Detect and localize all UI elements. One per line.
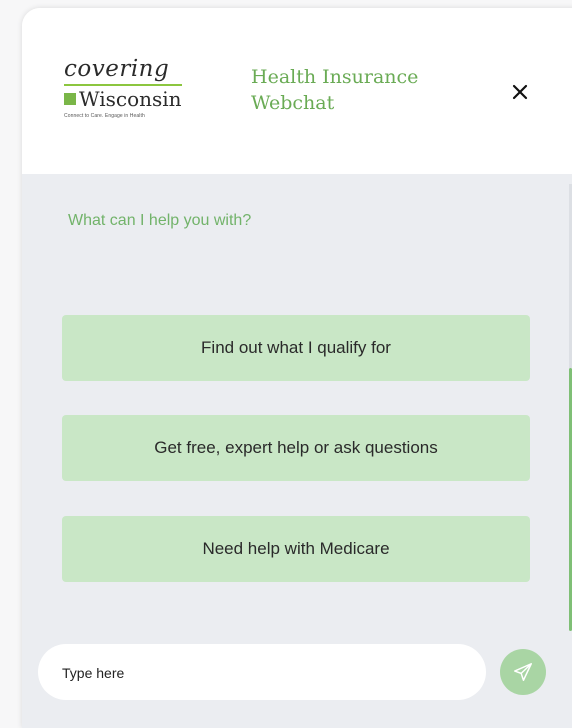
chat-header: covering Wisconsin Connect to Care. Enga… [22,8,572,174]
option-expert-help-button[interactable]: Get free, expert help or ask questions [62,415,530,481]
close-button[interactable] [506,78,534,106]
logo-rule [64,84,182,86]
send-icon [514,663,532,681]
bot-prompt: What can I help you with? [68,212,252,229]
chat-title-line1: Health Insurance [251,66,419,88]
chat-title-line2: Webchat [251,92,335,114]
chat-widget: covering Wisconsin Connect to Care. Enga… [22,8,572,728]
logo-line1: covering [64,56,170,82]
logo-mid: Wisconsin [64,88,214,110]
option-medicare-button[interactable]: Need help with Medicare [62,516,530,582]
logo-square-icon [64,93,76,105]
close-icon [512,84,528,100]
send-button[interactable] [500,649,546,695]
option-qualify-button[interactable]: Find out what I qualify for [62,315,530,381]
logo-line2: Wisconsin [79,87,182,111]
message-input-wrapper [38,644,486,702]
message-input[interactable] [60,644,474,702]
covering-wisconsin-logo: covering Wisconsin Connect to Care. Enga… [64,56,214,136]
logo-tagline: Connect to Care. Engage in Health [64,113,145,119]
chat-title: Health Insurance Webchat [251,64,471,116]
